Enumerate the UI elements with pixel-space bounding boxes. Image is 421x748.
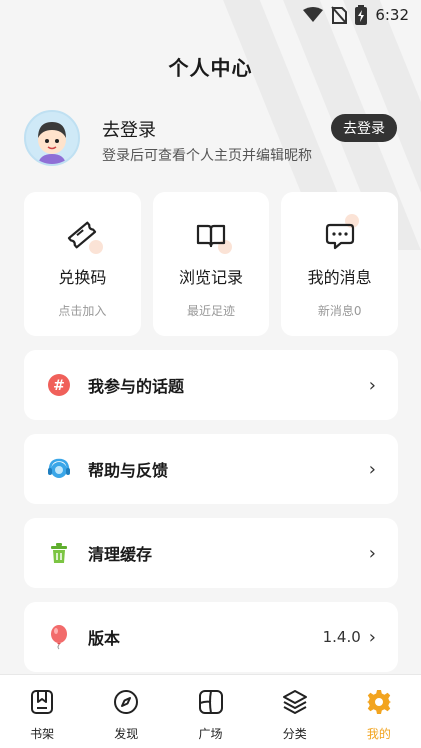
bookshelf-icon (29, 689, 55, 719)
layers-icon (282, 689, 308, 719)
compass-icon (113, 689, 139, 719)
no-sim-icon (331, 6, 348, 24)
ticket-icon (65, 218, 104, 254)
menu-item-label: 清理缓存 (88, 545, 153, 564)
menu-item-help[interactable]: 帮助与反馈 › (24, 434, 398, 504)
menu-item-topics[interactable]: # 我参与的话题 › (24, 350, 398, 420)
tab-label: 分类 (282, 727, 307, 741)
messages-title: 我的消息 (307, 268, 372, 287)
book-icon (194, 218, 232, 254)
history-subtitle: 最近足迹 (187, 304, 236, 318)
tab-category[interactable]: 分类 (253, 675, 337, 748)
menu-item-label: 帮助与反馈 (88, 461, 169, 480)
page-title: 个人中心 (168, 56, 253, 80)
tab-label: 广场 (198, 727, 223, 741)
menu-item-version[interactable]: 版本 1.4.0 › (24, 602, 398, 672)
tab-label: 书架 (30, 727, 55, 741)
history-title: 浏览记录 (179, 268, 244, 287)
battery-icon (355, 5, 368, 25)
redeem-code-card[interactable]: 兑换码 点击加入 (24, 192, 141, 336)
history-card[interactable]: 浏览记录 最近足迹 (152, 192, 270, 336)
profile-section: 去登录 登录后可查看个人主页并编辑昵称 去登录 (24, 110, 397, 170)
redeem-code-subtitle: 点击加入 (58, 304, 107, 318)
wifi-icon (303, 7, 324, 23)
bottom-tab-bar: 书架 发现 广场 分类 我的 (0, 674, 421, 748)
tab-discover[interactable]: 发现 (84, 675, 168, 748)
chevron-right-icon: › (368, 458, 376, 480)
chevron-right-icon: › (368, 626, 376, 648)
login-button[interactable]: 去登录 (331, 114, 397, 142)
profile-subtitle: 登录后可查看个人主页并编辑昵称 (102, 148, 312, 164)
quick-cards: 兑换码 点击加入 浏览记录 最近足迹 我的消息 新消息0 (24, 192, 399, 336)
gear-icon (366, 689, 392, 719)
menu-item-label: 版本 (88, 629, 121, 648)
trash-icon (46, 540, 72, 566)
profile-name[interactable]: 去登录 (102, 116, 156, 142)
version-value: 1.4.0 (322, 628, 361, 646)
balloon-icon (46, 624, 72, 650)
menu-item-label: 我参与的话题 (88, 377, 185, 396)
tab-label: 我的 (366, 727, 391, 741)
status-bar: 6:32 (0, 0, 421, 30)
chevron-right-icon: › (368, 542, 376, 564)
redeem-code-title: 兑换码 (58, 268, 107, 287)
message-icon (323, 214, 359, 252)
tab-mine[interactable]: 我的 (337, 675, 421, 748)
menu-item-clear-cache[interactable]: 清理缓存 › (24, 518, 398, 588)
hashtag-icon: # (46, 372, 72, 398)
messages-card[interactable]: 我的消息 新消息0 (281, 192, 399, 336)
headset-icon (46, 456, 72, 482)
tab-bookshelf[interactable]: 书架 (0, 675, 84, 748)
tab-label: 发现 (114, 727, 139, 741)
tab-plaza[interactable]: 广场 (168, 675, 252, 748)
square-grid-icon (198, 689, 224, 719)
svg-text:#: # (53, 378, 65, 394)
chevron-right-icon: › (368, 374, 376, 396)
messages-subtitle: 新消息0 (317, 304, 362, 318)
avatar[interactable] (24, 110, 80, 166)
status-time: 6:32 (375, 6, 409, 24)
